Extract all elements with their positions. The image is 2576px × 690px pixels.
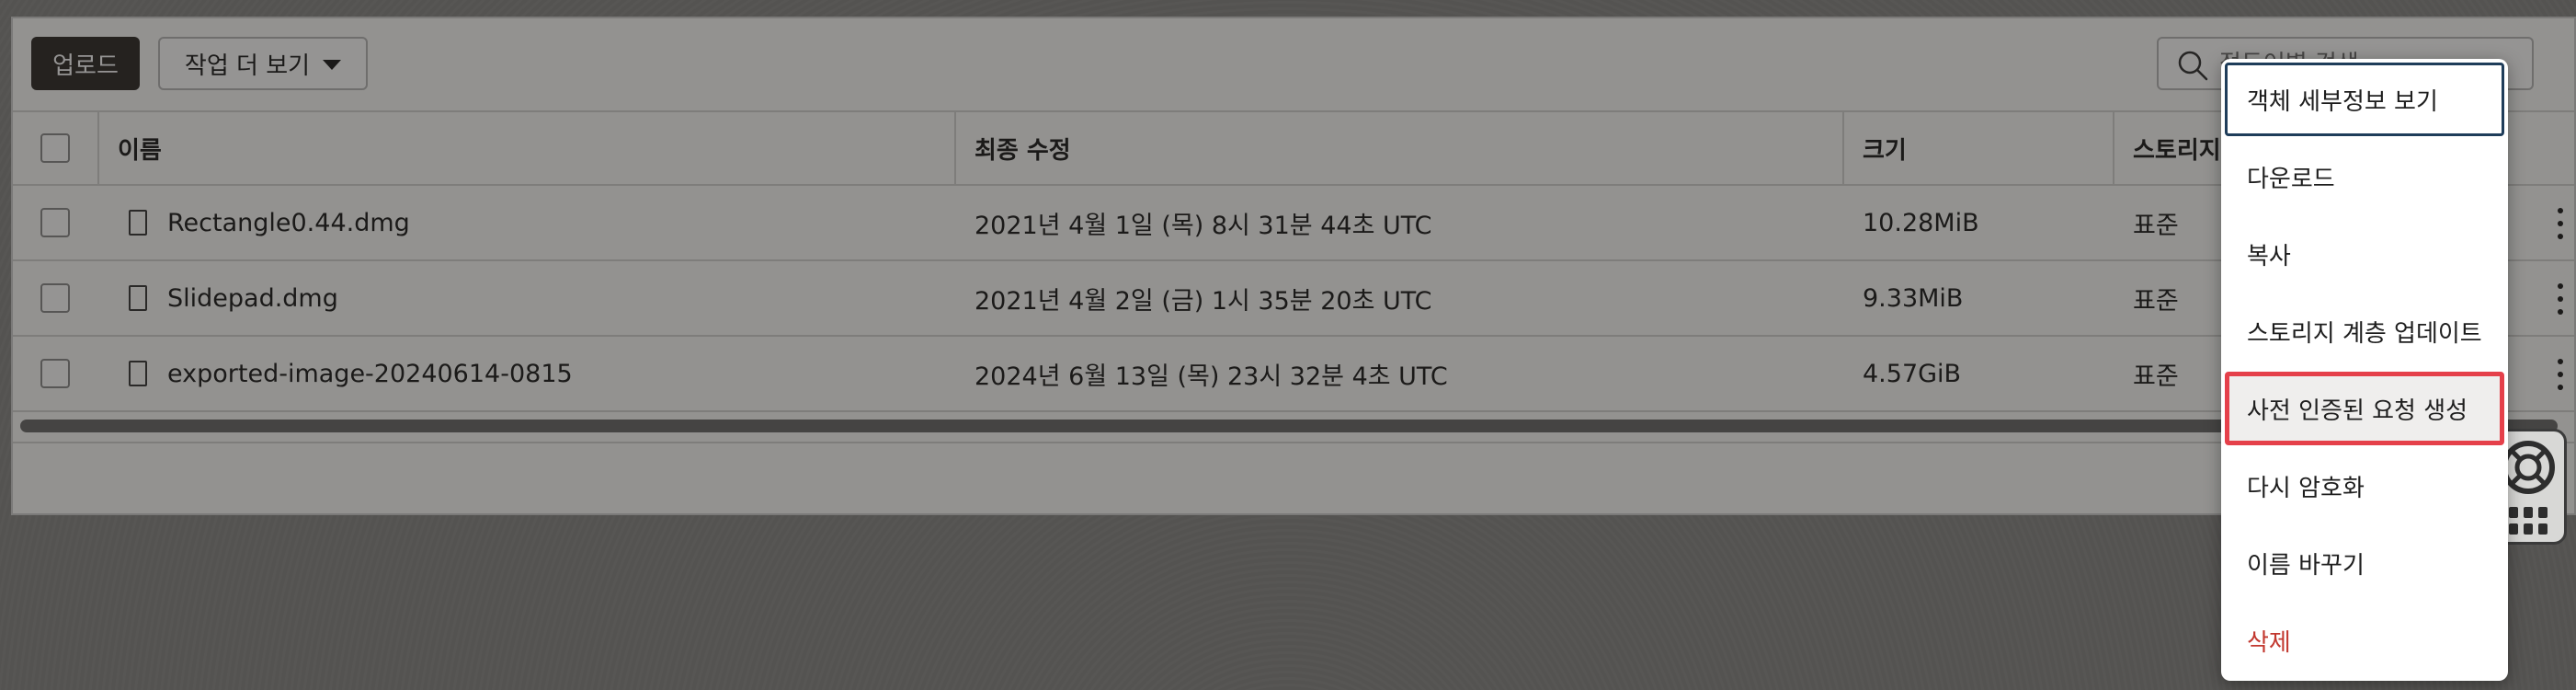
menu-item-download[interactable]: 다운로드 (2225, 140, 2504, 213)
modal-overlay[interactable] (0, 0, 2576, 690)
menu-item-create-preauthenticated-request[interactable]: 사전 인증된 요청 생성 (2225, 372, 2504, 445)
object-context-menu: 객체 세부정보 보기 다운로드 복사 스토리지 계층 업데이트 사전 인증된 요… (2221, 59, 2508, 681)
menu-item-copy[interactable]: 복사 (2225, 217, 2504, 291)
menu-item-rename[interactable]: 이름 바꾸기 (2225, 526, 2504, 600)
menu-item-update-storage-tier[interactable]: 스토리지 계층 업데이트 (2225, 294, 2504, 368)
menu-item-re-encrypt[interactable]: 다시 암호화 (2225, 449, 2504, 523)
grid-icon (2509, 507, 2548, 535)
menu-item-view-details[interactable]: 객체 세부정보 보기 (2225, 63, 2504, 136)
lifebuoy-icon (2502, 441, 2555, 494)
menu-item-delete[interactable]: 삭제 (2225, 604, 2504, 677)
